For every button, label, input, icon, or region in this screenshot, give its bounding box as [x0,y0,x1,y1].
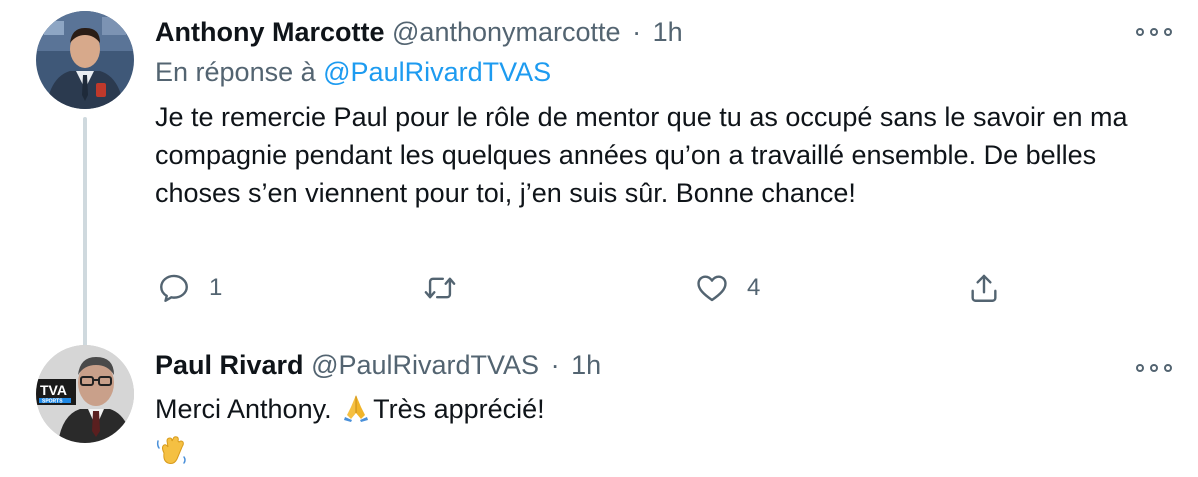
separator-dot: · [550,350,560,380]
waving-hand-emoji [155,433,189,477]
separator-dot: · [632,17,642,47]
retweet-button[interactable] [423,268,457,308]
folded-hands-emoji [339,389,373,433]
more-dot-icon [1136,364,1144,372]
more-dot-icon [1150,28,1158,36]
tweet-text: Merci Anthony. Très apprécié! [155,389,1165,477]
reply-button[interactable]: 1 [157,268,222,308]
tweet-text-part: Merci Anthony. [155,394,332,425]
reply-mention-link[interactable]: @PaulRivardTVAS [323,57,551,87]
thread-connector-line [83,117,87,350]
author-handle[interactable]: @anthonymarcotte [392,17,621,47]
tweet-header: Paul Rivard @PaulRivardTVAS · 1h [155,347,1168,383]
tweet-content: Paul Rivard @PaulRivardTVAS · 1h Merci A… [155,347,1168,477]
tweet-paul-rivard[interactable]: TVA SPORTS Paul Rivard @PaulRivardTVAS ·… [0,335,1198,472]
more-options-button[interactable] [1136,358,1172,378]
tweet-content: Anthony Marcotte @anthonymarcotte · 1h E… [155,14,1168,212]
avatar-logo-subtext: SPORTS [42,399,63,405]
replying-to: En réponse à @PaulRivardTVAS [155,54,1168,90]
heart-icon [697,275,727,302]
avatar-logo-text: TVA [40,382,67,398]
like-count: 4 [747,274,761,301]
more-options-button[interactable] [1136,22,1172,42]
timestamp[interactable]: 1h [653,17,683,47]
more-dot-icon [1150,364,1158,372]
more-dot-icon [1164,364,1172,372]
like-button[interactable]: 4 [695,268,760,308]
share-icon [971,274,997,302]
author-handle[interactable]: @PaulRivardTVAS [311,350,539,380]
share-button[interactable] [967,268,1001,308]
more-dot-icon [1136,28,1144,36]
tweet-anthony-marcotte[interactable]: Anthony Marcotte @anthonymarcotte · 1h E… [0,0,1198,350]
more-dot-icon [1164,28,1172,36]
timestamp[interactable]: 1h [571,350,601,380]
tweet-text: Je te remercie Paul pour le rôle de ment… [155,102,1128,208]
avatar-anthony-marcotte[interactable] [36,11,134,109]
tweet-text-part: Très apprécié! [373,394,545,425]
reply-prefix: En réponse à [155,57,316,87]
reply-count: 1 [209,274,223,301]
avatar-paul-rivard[interactable]: TVA SPORTS [36,345,134,443]
reply-icon [160,274,188,302]
author-name[interactable]: Anthony Marcotte [155,17,385,47]
retweet-icon [424,277,456,299]
author-name[interactable]: Paul Rivard [155,350,304,380]
tweet-header: Anthony Marcotte @anthonymarcotte · 1h [155,14,1168,50]
